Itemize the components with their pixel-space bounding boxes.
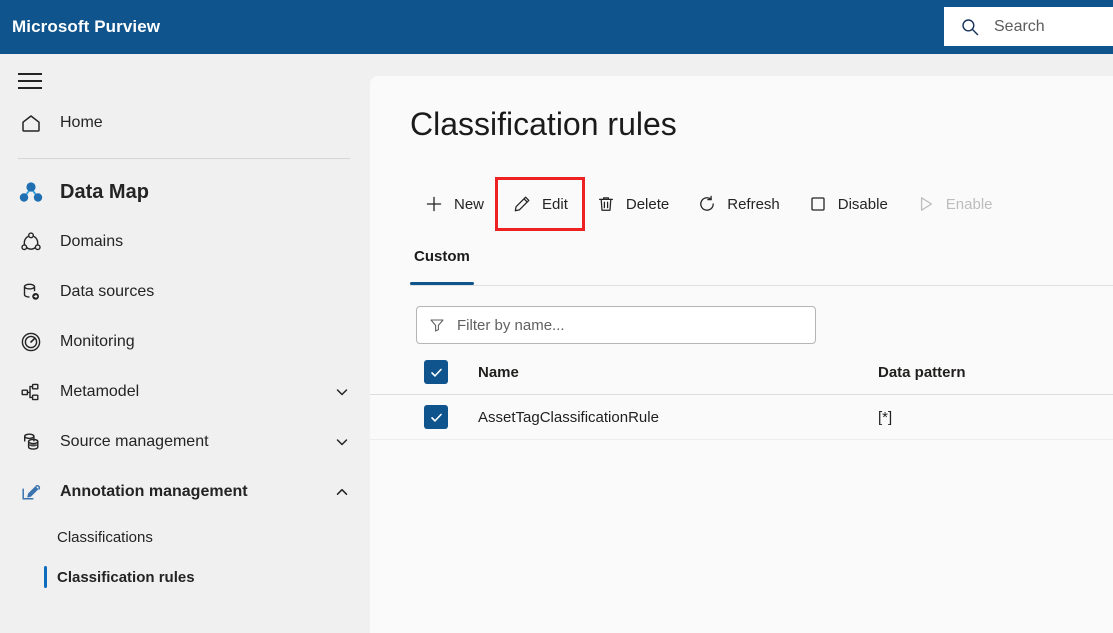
chevron-down-icon[interactable] <box>334 384 350 400</box>
sidebar-item-home[interactable]: Home <box>0 98 370 148</box>
plus-icon <box>424 194 444 214</box>
table-header-row: Name Data pattern <box>370 350 1113 395</box>
sidebar-item-classifications[interactable]: Classifications <box>0 517 370 557</box>
filter-input[interactable] <box>457 317 797 334</box>
refresh-icon <box>697 194 717 214</box>
home-icon <box>18 110 44 136</box>
hamburger-menu-icon[interactable] <box>18 73 42 91</box>
sidebar-item-annotation-management[interactable]: Annotation management <box>0 467 370 517</box>
filter-funnel-icon <box>429 317 445 333</box>
new-button[interactable]: New <box>410 180 498 228</box>
cell-data-pattern: [*] <box>878 409 1078 426</box>
column-header-name: Name <box>478 364 878 381</box>
sidebar-item-source-management[interactable]: Source management <box>0 417 370 467</box>
sidebar-item-label: Data Map <box>60 181 350 204</box>
classification-rules-table: Name Data pattern AssetTagClassification… <box>370 350 1113 440</box>
metamodel-icon <box>18 379 44 405</box>
sidebar-item-classification-rules[interactable]: Classification rules <box>0 557 370 597</box>
data-sources-icon <box>18 279 44 305</box>
trash-icon <box>596 194 616 214</box>
pencil-icon <box>512 194 532 214</box>
sidebar-item-monitoring[interactable]: Monitoring <box>0 317 370 367</box>
sidebar-item-data-sources[interactable]: Data sources <box>0 267 370 317</box>
annotation-management-icon <box>18 479 44 505</box>
tab-bar: Custom <box>410 244 1113 286</box>
sidebar-item-data-map[interactable]: Data Map <box>0 167 370 217</box>
search-placeholder-text: Search <box>994 18 1045 36</box>
toolbar-label: Delete <box>626 196 669 213</box>
page-title: Classification rules <box>410 106 677 143</box>
tab-custom[interactable]: Custom <box>410 244 474 285</box>
table-row[interactable]: AssetTagClassificationRule [*] <box>370 395 1113 440</box>
app-brand-title: Microsoft Purview <box>12 17 160 37</box>
column-header-data-pattern: Data pattern <box>878 364 1078 381</box>
toolbar-label: Enable <box>946 196 993 213</box>
sidebar-subitem-label: Classifications <box>57 529 153 546</box>
sidebar-item-domains[interactable]: Domains <box>0 217 370 267</box>
search-icon <box>960 17 980 37</box>
source-management-icon <box>18 429 44 455</box>
chevron-down-icon[interactable] <box>334 434 350 450</box>
domains-icon <box>18 229 44 255</box>
sidebar-item-label: Data sources <box>60 283 350 301</box>
sidebar-divider <box>18 158 350 159</box>
sidebar-item-label: Monitoring <box>60 333 350 351</box>
command-toolbar: New Edit Delete <box>410 180 1007 228</box>
sidebar-subitem-label: Classification rules <box>57 569 195 586</box>
enable-button[interactable]: Enable <box>902 180 1007 228</box>
sidebar-item-label: Annotation management <box>60 483 334 501</box>
toolbar-label: New <box>454 196 484 213</box>
sidebar-nav: Home Data Map Domains <box>0 54 370 633</box>
row-checkbox[interactable] <box>424 405 448 429</box>
sidebar-item-label: Domains <box>60 233 350 251</box>
global-search-box[interactable]: Search <box>944 7 1113 46</box>
sidebar-item-label: Home <box>60 114 350 132</box>
top-app-bar: Microsoft Purview Search <box>0 0 1113 54</box>
sidebar-item-label: Metamodel <box>60 383 334 401</box>
delete-button[interactable]: Delete <box>582 180 683 228</box>
monitoring-icon <box>18 329 44 355</box>
square-icon <box>808 194 828 214</box>
filter-by-name-box[interactable] <box>416 306 816 344</box>
toolbar-label: Edit <box>542 196 568 213</box>
toolbar-label: Disable <box>838 196 888 213</box>
edit-button[interactable]: Edit <box>498 180 582 228</box>
chevron-up-icon[interactable] <box>334 484 350 500</box>
sidebar-item-label: Source management <box>60 433 334 451</box>
toolbar-label: Refresh <box>727 196 780 213</box>
play-triangle-icon <box>916 194 936 214</box>
filter-container <box>416 306 816 344</box>
cell-rule-name: AssetTagClassificationRule <box>478 409 878 426</box>
select-all-checkbox[interactable] <box>424 360 448 384</box>
data-map-icon <box>18 179 44 205</box>
disable-button[interactable]: Disable <box>794 180 902 228</box>
refresh-button[interactable]: Refresh <box>683 180 794 228</box>
tab-label: Custom <box>414 248 470 265</box>
sidebar-item-metamodel[interactable]: Metamodel <box>0 367 370 417</box>
